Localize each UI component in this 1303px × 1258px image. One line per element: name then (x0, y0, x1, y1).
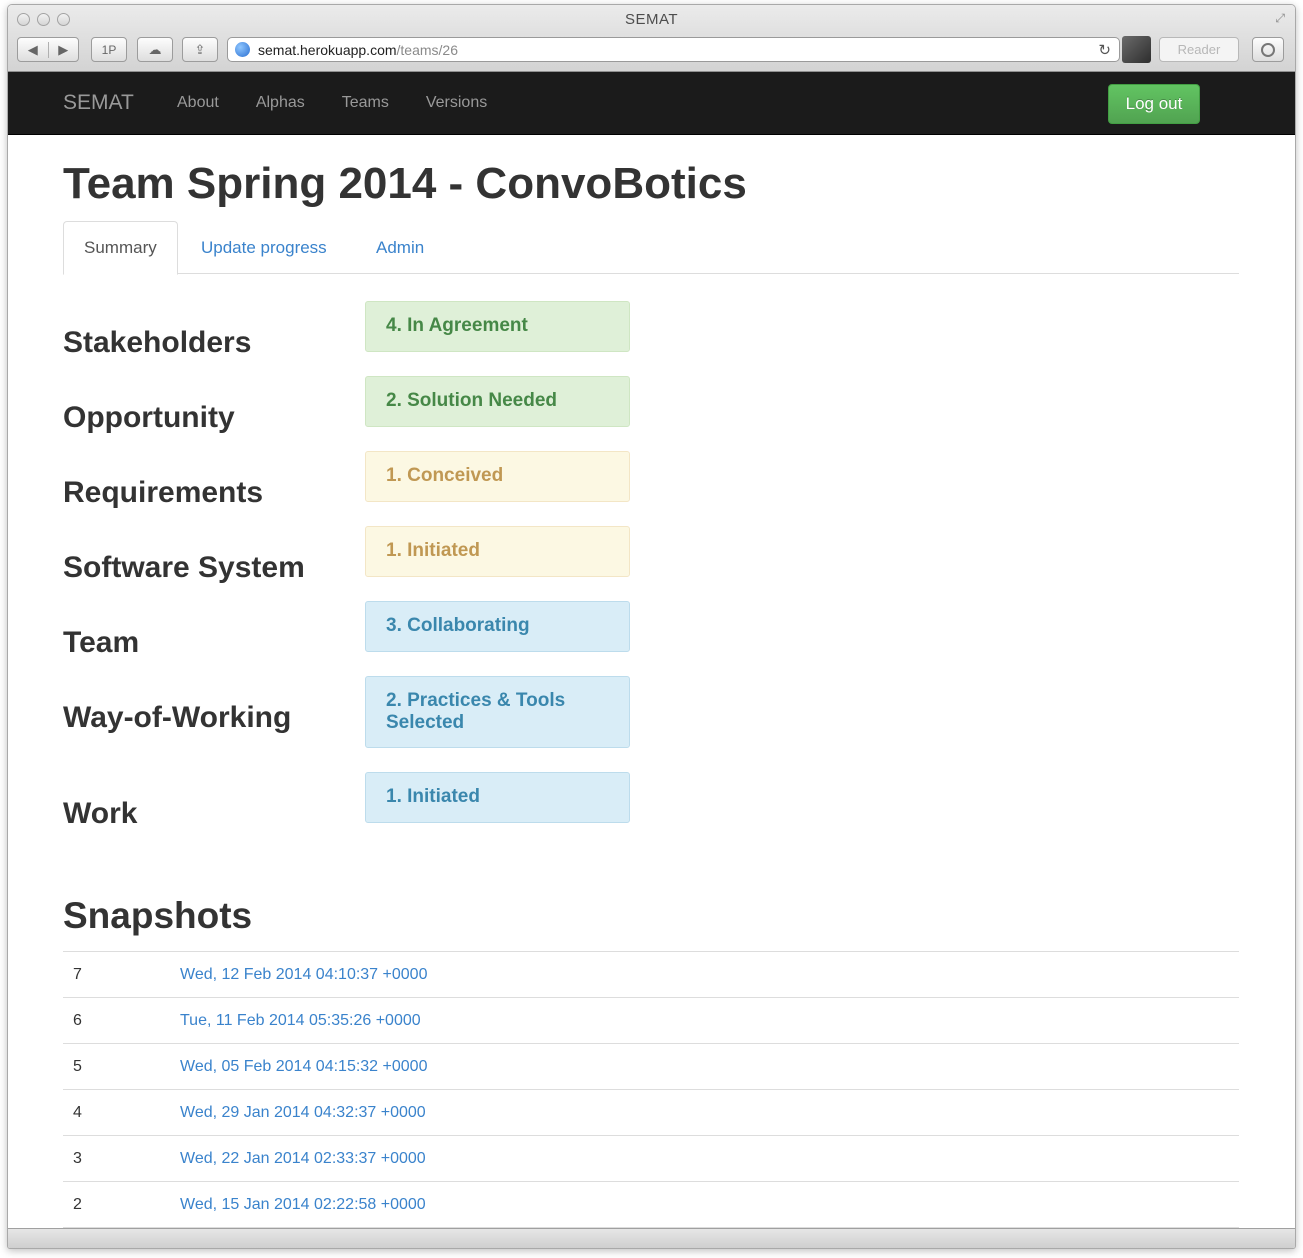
alpha-name: Requirements (63, 476, 264, 509)
fullscreen-icon[interactable]: ⤢ (1275, 11, 1285, 26)
table-row: 6 Tue, 11 Feb 2014 05:35:26 +0000 (63, 998, 1239, 1044)
snapshot-link[interactable]: Wed, 15 Jan 2014 02:22:58 +0000 (180, 1196, 426, 1214)
tab-summary[interactable]: Summary (63, 221, 178, 275)
alpha-state-badge: 1. Initiated (365, 526, 630, 577)
alpha-state-badge: 1. Initiated (365, 772, 630, 823)
alpha-state-badge: 2. Practices & Tools Selected (365, 676, 630, 748)
snapshot-link[interactable]: Wed, 12 Feb 2014 04:10:37 +0000 (180, 966, 427, 984)
snapshot-number: 7 (73, 965, 82, 983)
browser-window: SEMAT ⤢ ◀ ▶ 1P ☁ ⇪ semat.herokuapp.com/t… (7, 4, 1296, 1249)
download-icon (1261, 42, 1275, 57)
onepassword-button[interactable]: 1P (91, 37, 127, 62)
alpha-state-badge: 3. Collaborating (365, 601, 630, 652)
address-bar[interactable]: semat.herokuapp.com/teams/26 ↻ (227, 37, 1120, 62)
tab-admin[interactable]: Admin (356, 221, 444, 274)
alpha-name: Stakeholders (63, 326, 252, 359)
back-icon[interactable]: ◀ (18, 41, 49, 58)
reload-icon[interactable]: ↻ (1098, 41, 1111, 59)
table-row: 2 Wed, 15 Jan 2014 02:22:58 +0000 (63, 1182, 1239, 1228)
snapshot-number: 6 (73, 1011, 82, 1029)
nav-link-about[interactable]: About (177, 94, 219, 112)
snapshot-number: 2 (73, 1195, 82, 1213)
table-row: 5 Wed, 05 Feb 2014 04:15:32 +0000 (63, 1044, 1239, 1090)
globe-icon (235, 42, 250, 57)
alpha-name: Team (63, 626, 140, 659)
table-row: 3 Wed, 22 Jan 2014 02:33:37 +0000 (63, 1136, 1239, 1182)
downloads-button[interactable] (1252, 37, 1284, 62)
snapshots-table: 7 Wed, 12 Feb 2014 04:10:37 +0000 6 Tue,… (63, 951, 1239, 1228)
team-tabs: Summary Update progress Admin (63, 221, 1239, 275)
browser-status-bar (8, 1228, 1295, 1248)
snapshot-number: 4 (73, 1103, 82, 1121)
site-navbar: SEMAT About Alphas Teams Versions Log ou… (8, 72, 1295, 135)
alpha-name: Work (63, 797, 138, 830)
share-icon[interactable]: ⇪ (182, 37, 218, 62)
snapshot-number: 3 (73, 1149, 82, 1167)
alpha-state-badge: 1. Conceived (365, 451, 630, 502)
forward-icon[interactable]: ▶ (49, 42, 79, 58)
alpha-name: Way-of-Working (63, 701, 292, 734)
brand-link[interactable]: SEMAT (63, 91, 134, 115)
snapshots-heading: Snapshots (63, 895, 253, 936)
logout-button[interactable]: Log out (1108, 84, 1200, 124)
snapshot-link[interactable]: Wed, 05 Feb 2014 04:15:32 +0000 (180, 1058, 427, 1076)
table-row: 4 Wed, 29 Jan 2014 04:32:37 +0000 (63, 1090, 1239, 1136)
cloud-icon[interactable]: ☁ (137, 37, 173, 62)
nav-links: About Alphas Teams Versions (177, 94, 524, 112)
snapshot-link[interactable]: Tue, 11 Feb 2014 05:35:26 +0000 (180, 1012, 421, 1030)
nav-link-versions[interactable]: Versions (426, 94, 487, 112)
snapshot-number: 5 (73, 1057, 82, 1075)
table-row: 7 Wed, 12 Feb 2014 04:10:37 +0000 (63, 952, 1239, 998)
alpha-state-badge: 2. Solution Needed (365, 376, 630, 427)
back-forward-buttons: ◀ ▶ (17, 37, 79, 62)
url-path: /teams/26 (396, 41, 459, 58)
window-title: SEMAT (624, 11, 679, 28)
page-title: Team Spring 2014 - ConvoBotics (63, 159, 747, 208)
snapshot-link[interactable]: Wed, 29 Jan 2014 04:32:37 +0000 (180, 1104, 426, 1122)
reader-button[interactable]: Reader (1159, 37, 1239, 62)
url-host: semat.herokuapp.com (258, 41, 397, 58)
nav-link-teams[interactable]: Teams (342, 94, 389, 112)
nav-link-alphas[interactable]: Alphas (256, 94, 305, 112)
alpha-name: Opportunity (63, 401, 235, 434)
alpha-name: Software System (63, 551, 305, 584)
snapshot-link[interactable]: Wed, 22 Jan 2014 02:33:37 +0000 (180, 1150, 426, 1168)
extension-icon[interactable] (1122, 36, 1151, 63)
tab-update-progress[interactable]: Update progress (181, 221, 347, 274)
alpha-state-badge: 4. In Agreement (365, 301, 630, 352)
browser-toolbar: SEMAT ⤢ ◀ ▶ 1P ☁ ⇪ semat.herokuapp.com/t… (8, 5, 1295, 72)
